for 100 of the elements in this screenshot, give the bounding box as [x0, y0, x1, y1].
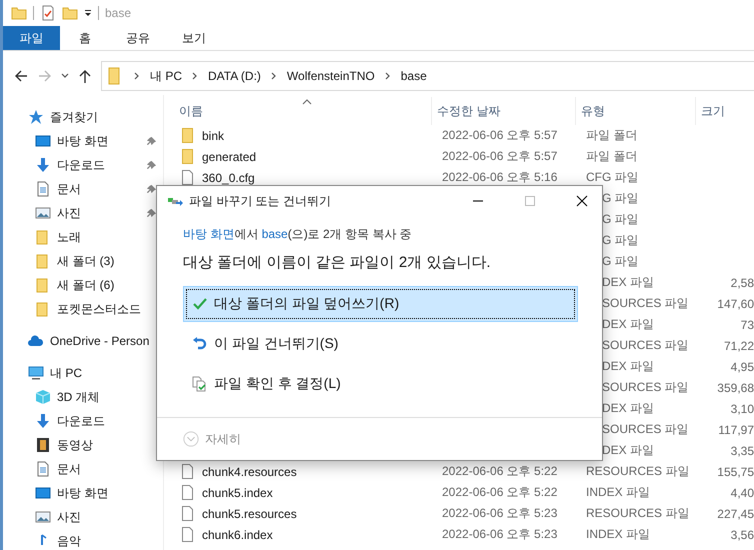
download-icon: [35, 413, 51, 429]
file-name[interactable]: chunk4.resources: [202, 464, 297, 478]
file-name[interactable]: chunk5.resources: [202, 506, 297, 520]
sidebar-item[interactable]: 사진: [3, 505, 163, 529]
ribbon-tab[interactable]: 공유: [110, 26, 166, 50]
pictures-icon: [35, 509, 51, 525]
modified-date: 2022-06-06 오후 5:23: [442, 506, 558, 520]
pictures-icon: [35, 205, 51, 221]
sidebar-item[interactable]: 3D 개체: [3, 385, 163, 409]
checkmark-icon: [192, 296, 208, 312]
breadcrumb[interactable]: base: [400, 69, 427, 83]
file-type: SOURCES 파일: [602, 338, 689, 352]
pin-icon[interactable]: [146, 208, 157, 218]
file-name[interactable]: chunk5.index: [202, 486, 273, 500]
sidebar-item[interactable]: 사진: [3, 201, 163, 225]
up-arrow-icon[interactable]: [77, 68, 93, 84]
file-check-icon: [192, 376, 208, 392]
back-icon[interactable]: [13, 68, 29, 84]
sidebar-item[interactable]: 문서: [3, 457, 163, 481]
file-size: 117,97: [718, 422, 754, 436]
file-type: G 파일: [602, 233, 639, 247]
column-header[interactable]: 크기: [695, 97, 725, 125]
sidebar-item[interactable]: 노래: [3, 225, 163, 249]
file-type: INDEX 파일: [586, 485, 650, 499]
cloud-icon: [28, 333, 44, 349]
file-type: INDEX 파일: [586, 527, 650, 541]
file-name[interactable]: generated: [202, 150, 256, 164]
chevron-right-icon[interactable]: [270, 72, 277, 80]
modified-date: 2022-06-06 오후 5:57: [442, 149, 558, 163]
sidebar-item[interactable]: 다운로드: [3, 153, 163, 177]
file-name[interactable]: chunk6.index: [202, 528, 273, 542]
file-icon: [182, 464, 193, 479]
sidebar-item[interactable]: 동영상: [3, 433, 163, 457]
chevron-right-icon[interactable]: [134, 72, 140, 80]
file-name[interactable]: 360_0.cfg: [202, 170, 255, 184]
file-size: 3,56: [730, 528, 754, 542]
star-icon: [28, 109, 44, 125]
sidebar-item[interactable]: 새 폴더 (6): [3, 273, 163, 297]
sidebar-item[interactable]: 포켓몬스터소드: [3, 297, 163, 321]
sidebar-item[interactable]: 바탕 화면: [3, 129, 163, 153]
file-size: 155,75: [717, 464, 754, 478]
column-header[interactable]: 수정한 날짜: [431, 97, 575, 125]
file-type: SOURCES 파일: [602, 422, 689, 436]
dialog-title: 파일 바꾸기 또는 건너뛰기: [189, 192, 332, 210]
file-type: DEX 파일: [602, 317, 654, 331]
file-type: DEX 파일: [602, 275, 654, 289]
file-icon: [182, 485, 193, 500]
file-icon: [182, 527, 193, 542]
option-button[interactable]: 대상 폴더의 파일 덮어쓰기(R): [183, 286, 578, 322]
dialog-heading: 대상 폴더에 이름이 같은 파일이 2개 있습니다.: [183, 253, 491, 272]
ribbon-tab[interactable]: 홈: [60, 26, 110, 50]
breadcrumb[interactable]: WolfensteinTNO: [286, 69, 375, 83]
sidebar-item[interactable]: 내 PC: [3, 361, 163, 385]
file-size: 4,95: [730, 360, 754, 374]
close-icon[interactable]: [576, 195, 588, 207]
column-header[interactable]: 유형: [575, 97, 695, 125]
file-type: RESOURCES 파일: [586, 506, 690, 520]
sidebar-item[interactable]: 문서: [3, 177, 163, 201]
option-button[interactable]: 이 파일 건너뛰기(S): [183, 326, 578, 362]
details-toggle[interactable]: 자세히: [183, 430, 241, 448]
chevron-circle-icon: [183, 430, 199, 448]
breadcrumb[interactable]: 내 PC: [150, 68, 182, 84]
file-type: SOURCES 파일: [602, 380, 689, 394]
column-header[interactable]: 이름: [164, 97, 431, 125]
file-name[interactable]: bink: [202, 128, 224, 142]
folder-icon: [182, 149, 193, 164]
ribbon-tab[interactable]: 파일: [3, 26, 60, 50]
dropdown-icon[interactable]: [84, 9, 92, 17]
sidebar-item[interactable]: 새 폴더 (3): [3, 249, 163, 273]
address-bar[interactable]: 내 PC DATA (D:) WolfensteinTNO base: [101, 61, 754, 91]
ribbon-tab[interactable]: 보기: [166, 26, 222, 50]
file-size: 2,58: [730, 276, 754, 290]
window-title: base: [105, 6, 132, 20]
sidebar-item[interactable]: 다운로드: [3, 409, 163, 433]
file-type: DEX 파일: [602, 443, 654, 457]
chevron-right-icon[interactable]: [384, 72, 391, 80]
file-size: 73: [740, 318, 754, 332]
pin-icon[interactable]: [146, 160, 157, 170]
file-type: 파일 폴더: [586, 149, 638, 163]
file-size: 3,35: [730, 444, 754, 458]
file-size: 4,40: [730, 486, 754, 500]
option-button[interactable]: 파일 확인 후 결정(L): [183, 366, 578, 402]
sidebar-item[interactable]: 즐겨찾기: [3, 105, 163, 129]
sort-caret-icon: [302, 99, 312, 105]
file-size: 227,45: [717, 506, 754, 520]
sidebar-item[interactable]: OneDrive - Person: [3, 329, 163, 353]
sidebar-item[interactable]: 음악: [3, 529, 163, 550]
breadcrumb[interactable]: DATA (D:): [208, 69, 261, 83]
sidebar-item[interactable]: 바탕 화면: [3, 481, 163, 505]
file-type: 파일 폴더: [586, 128, 638, 142]
chevron-down-icon[interactable]: [61, 72, 69, 80]
copy-status: 바탕 화면에서 base(으)로 2개 항목 복사 중: [183, 226, 412, 243]
file-type: G 파일: [602, 191, 639, 205]
cube-icon: [35, 389, 51, 405]
properties-icon[interactable]: [40, 5, 56, 21]
pin-icon[interactable]: [146, 136, 157, 146]
folder-icon: [182, 128, 193, 143]
chevron-right-icon[interactable]: [192, 72, 198, 80]
modified-date: 2022-06-06 오후 5:22: [442, 485, 558, 499]
pin-icon[interactable]: [146, 184, 157, 194]
